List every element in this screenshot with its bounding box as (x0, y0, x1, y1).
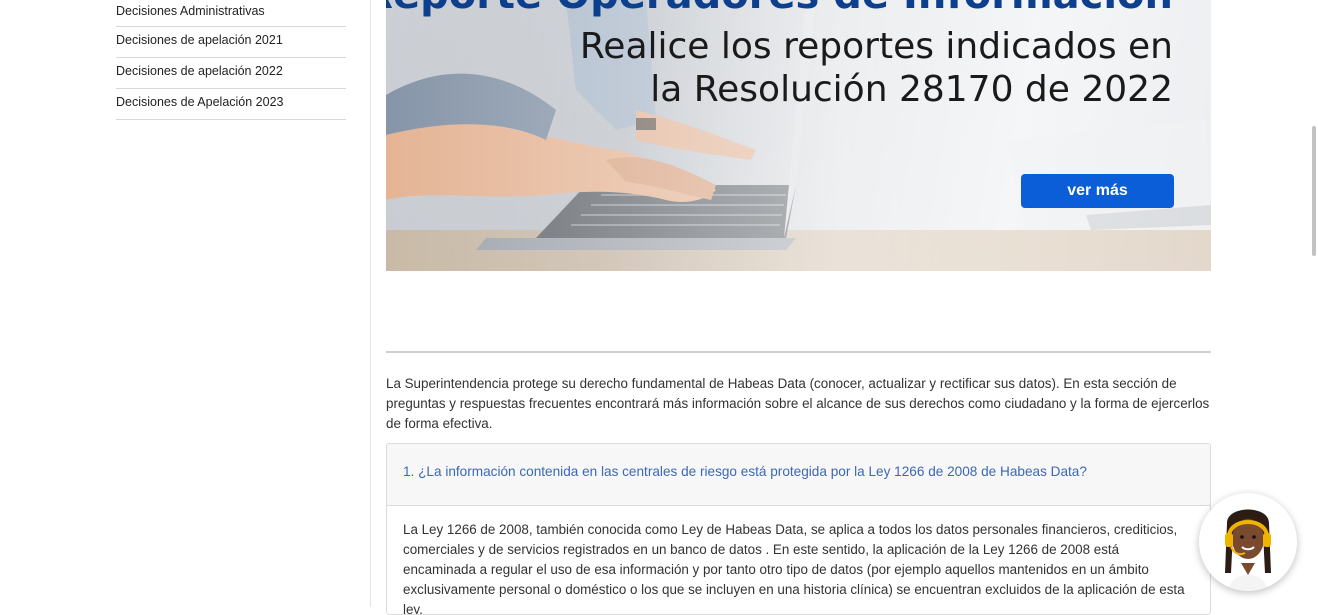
sidebar-item-decisiones-administrativas[interactable]: Decisiones Administrativas (116, 0, 346, 27)
page-scrollbar[interactable] (1310, 0, 1318, 607)
banner-subtitle-line-1: Realice los reportes indicados en (579, 26, 1173, 67)
sidebar-item-apelacion-2022[interactable]: Decisiones de apelación 2022 (116, 58, 346, 89)
section-divider (386, 351, 1211, 353)
sidebar-menu: Decisiones Administrativas Decisiones de… (116, 0, 346, 120)
ver-mas-button[interactable]: ver más (1021, 174, 1174, 208)
column-divider (370, 0, 371, 607)
chat-assistant-avatar-icon (1199, 493, 1297, 591)
banner-heading: Reporte Operadores de Información (386, 0, 1173, 18)
faq-question-toggle[interactable]: 1. ¿La información contenida en las cent… (387, 444, 1210, 506)
faq-accordion-item: 1. ¿La información contenida en las cent… (386, 443, 1211, 615)
intro-paragraph: La Superintendencia protege su derecho f… (386, 376, 1210, 431)
sidebar-item-apelacion-2023[interactable]: Decisiones de Apelación 2023 (116, 89, 346, 120)
faq-answer: La Ley 1266 de 2008, también conocida co… (403, 522, 1185, 615)
promo-banner[interactable]: Reporte Operadores de Información Realic… (386, 0, 1211, 271)
banner-subtitle-line-2: la Resolución 28170 de 2022 (650, 69, 1173, 110)
scrollbar-thumb[interactable] (1312, 126, 1316, 256)
chat-assistant-button[interactable] (1199, 493, 1297, 591)
sidebar-item-apelacion-2021[interactable]: Decisiones de apelación 2021 (116, 27, 346, 58)
